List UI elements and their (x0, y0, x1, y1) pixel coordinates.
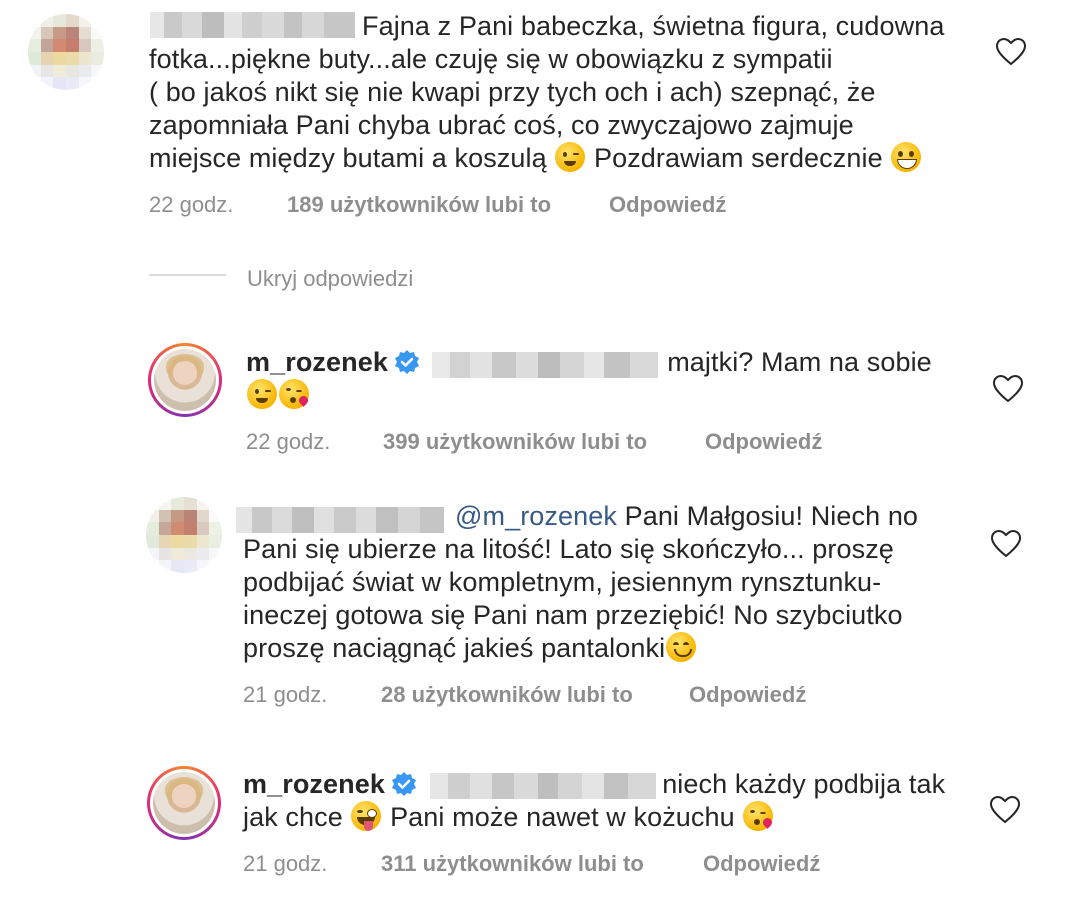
kiss-emoji-icon (743, 801, 775, 831)
comment-meta: 22 godz. 189 użytkowników lubi to Odpowi… (149, 192, 726, 218)
comment-meta: 21 godz. 311 użytkowników lubi to Odpowi… (243, 851, 820, 877)
blurred-mention[interactable] (432, 352, 658, 378)
comment-text: @m_rozenek Pani Małgosiu! Niech no Pani … (243, 501, 919, 663)
timestamp: 22 godz. (246, 429, 331, 454)
timestamp: 21 godz. (243, 682, 328, 707)
kiss-emoji-icon (279, 379, 310, 409)
username[interactable]: m_rozenek (246, 347, 388, 377)
wink-emoji-icon (555, 142, 586, 172)
comment-meta: 21 godz. 28 użytkowników lubi to Odpowie… (243, 682, 806, 708)
comment-meta: 22 godz. 399 użytkowników lubi to Odpowi… (246, 429, 822, 455)
likes-count[interactable]: 311 użytkowników lubi to (381, 851, 644, 877)
heart-icon[interactable] (993, 375, 1023, 403)
reply-button[interactable]: Odpowiedź (705, 429, 822, 455)
likes-count[interactable]: 189 użytkowników lubi to (287, 192, 551, 218)
likes-count[interactable]: 399 użytkowników lubi to (383, 429, 647, 455)
avatar-m-rozenek[interactable] (147, 766, 221, 840)
blurred-mention[interactable] (430, 773, 656, 799)
comment-text: Fajna z Pani babeczka, świetna figura, c… (149, 11, 945, 173)
timestamp: 22 godz. (149, 192, 234, 217)
timestamp: 21 godz. (243, 851, 328, 876)
smile-emoji-icon (666, 632, 697, 662)
hide-replies-button[interactable]: Ukryj odpowiedzi (247, 266, 413, 292)
heart-icon[interactable] (991, 530, 1021, 558)
heart-icon[interactable] (990, 796, 1020, 824)
verified-badge-icon (394, 350, 419, 374)
wink-emoji-icon (247, 379, 277, 409)
tongue-emoji-icon (351, 801, 382, 831)
avatar-m-rozenek[interactable] (148, 343, 222, 417)
verified-badge-icon (391, 772, 416, 796)
heart-icon[interactable] (996, 38, 1026, 66)
avatar-blurred[interactable] (28, 14, 104, 90)
likes-count[interactable]: 28 użytkowników lubi to (381, 682, 633, 708)
mention-link[interactable]: @m_rozenek (455, 501, 617, 531)
divider (149, 274, 226, 276)
reply-button[interactable]: Odpowiedź (703, 851, 820, 877)
reply-button[interactable]: Odpowiedź (609, 192, 726, 218)
avatar-blurred[interactable] (146, 497, 222, 573)
reply-button[interactable]: Odpowiedź (689, 682, 806, 708)
grin-emoji-icon (891, 142, 922, 172)
username[interactable]: m_rozenek (243, 769, 385, 799)
